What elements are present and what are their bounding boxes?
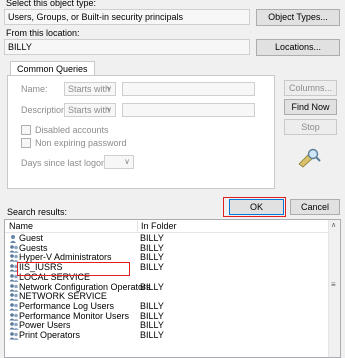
disabled-accounts-label: Disabled accounts — [35, 125, 109, 135]
list-item[interactable]: Print Operators BILLY — [5, 331, 329, 340]
days-since-logon-select[interactable]: ∨ — [104, 155, 134, 169]
list-item[interactable]: Guest BILLY — [5, 234, 329, 243]
common-queries-panel: Name: Starts with ∨ Description: Starts … — [7, 75, 275, 189]
name-label: Name: — [21, 84, 48, 94]
results-header: Name In Folder — [5, 220, 329, 233]
list-item[interactable]: NETWORK SERVICE — [5, 291, 329, 302]
row-folder: BILLY — [140, 300, 164, 311]
row-name: Print Operators — [19, 330, 81, 340]
non-expiring-password-label: Non expiring password — [35, 138, 127, 148]
row-name: Guests — [19, 242, 48, 253]
group-icon — [9, 273, 19, 282]
list-item[interactable]: Performance Log Users BILLY — [5, 300, 329, 311]
object-type-label: Select this object type: — [6, 0, 97, 8]
select-users-dialog: Select this object type: Users, Groups, … — [0, 0, 345, 358]
list-item[interactable]: IIS_IUSRS BILLY — [5, 262, 329, 273]
row-name: Guest — [19, 233, 44, 243]
locations-button[interactable]: Locations... — [256, 39, 340, 56]
list-item[interactable]: LOCAL SERVICE — [5, 271, 329, 282]
location-label: From this location: — [6, 28, 80, 38]
group-icon — [9, 264, 19, 273]
group-icon — [9, 332, 19, 340]
columns-button[interactable]: Columns... — [284, 80, 337, 96]
stop-button[interactable]: Stop — [284, 119, 337, 135]
row-folder: BILLY — [140, 252, 164, 263]
group-icon — [9, 244, 19, 253]
location-field: BILLY — [4, 39, 250, 55]
scroll-grip-icon[interactable]: ≡ — [331, 280, 336, 289]
chevron-down-icon: ∨ — [106, 105, 112, 114]
name-mode-select[interactable]: Starts with ∨ — [64, 82, 116, 96]
chevron-up-icon[interactable]: ∧ — [331, 221, 336, 229]
list-item[interactable]: Power Users BILLY — [5, 320, 329, 331]
name-input[interactable] — [122, 82, 255, 96]
disabled-accounts-checkbox[interactable]: Disabled accounts — [21, 125, 109, 135]
description-mode-value: Starts with — [68, 105, 111, 115]
description-label: Description: — [21, 105, 69, 115]
ok-button[interactable]: OK — [229, 199, 284, 215]
column-separator[interactable] — [137, 221, 138, 233]
description-input[interactable] — [122, 103, 255, 117]
row-folder: BILLY — [140, 310, 164, 321]
vertical-scrollbar[interactable]: ∧ ≡ — [328, 220, 340, 357]
column-header-name[interactable]: Name — [9, 221, 33, 231]
object-type-field: Users, Groups, or Built-in security prin… — [4, 9, 250, 25]
group-icon — [9, 322, 19, 331]
row-folder: BILLY — [140, 320, 164, 331]
tab-common-queries[interactable]: Common Queries — [10, 61, 95, 76]
name-mode-value: Starts with — [68, 84, 111, 94]
chevron-down-icon: ∨ — [106, 84, 112, 93]
row-folder: BILLY — [140, 330, 164, 340]
search-results-label: Search results: — [7, 207, 68, 217]
search-results-list[interactable]: Name In Folder Guest BILLY Guests BILLY Hype… — [4, 219, 341, 358]
row-name: Performance Monitor Users — [19, 310, 130, 321]
row-name: IIS_IUSRS — [19, 262, 63, 273]
row-name: Network Configuration Operators — [19, 281, 151, 292]
row-name: LOCAL SERVICE — [19, 271, 91, 282]
group-icon — [9, 283, 19, 292]
chevron-down-icon: ∨ — [124, 157, 130, 166]
row-folder: BILLY — [140, 281, 164, 292]
group-icon — [9, 293, 19, 302]
non-expiring-password-checkbox[interactable]: Non expiring password — [21, 138, 127, 148]
list-item[interactable]: Hyper-V Administrators BILLY — [5, 252, 329, 263]
row-name: Hyper-V Administrators — [19, 252, 112, 263]
saved-query-icon — [298, 148, 321, 168]
column-header-folder[interactable]: In Folder — [141, 221, 177, 231]
checkbox-box — [21, 138, 31, 148]
group-icon — [9, 312, 19, 321]
user-icon — [10, 235, 16, 243]
description-mode-select[interactable]: Starts with ∨ — [64, 103, 116, 117]
list-item[interactable]: Performance Monitor Users BILLY — [5, 310, 329, 321]
row-folder: BILLY — [140, 242, 164, 253]
list-item[interactable]: Network Configuration Operators BILLY — [5, 281, 329, 292]
row-name: NETWORK SERVICE — [19, 291, 107, 302]
row-name: Performance Log Users — [19, 300, 115, 311]
row-folder: BILLY — [140, 233, 164, 243]
list-item[interactable]: Guests BILLY — [5, 242, 329, 253]
group-icon — [9, 303, 19, 311]
row-folder: BILLY — [140, 262, 164, 273]
cancel-button[interactable]: Cancel — [290, 199, 340, 215]
object-types-button[interactable]: Object Types... — [256, 9, 340, 26]
group-icon — [9, 254, 19, 263]
days-since-logon-label: Days since last logon: — [21, 158, 109, 168]
row-name: Power Users — [19, 320, 71, 331]
find-now-button[interactable]: Find Now — [284, 99, 337, 115]
checkbox-box — [21, 125, 31, 135]
